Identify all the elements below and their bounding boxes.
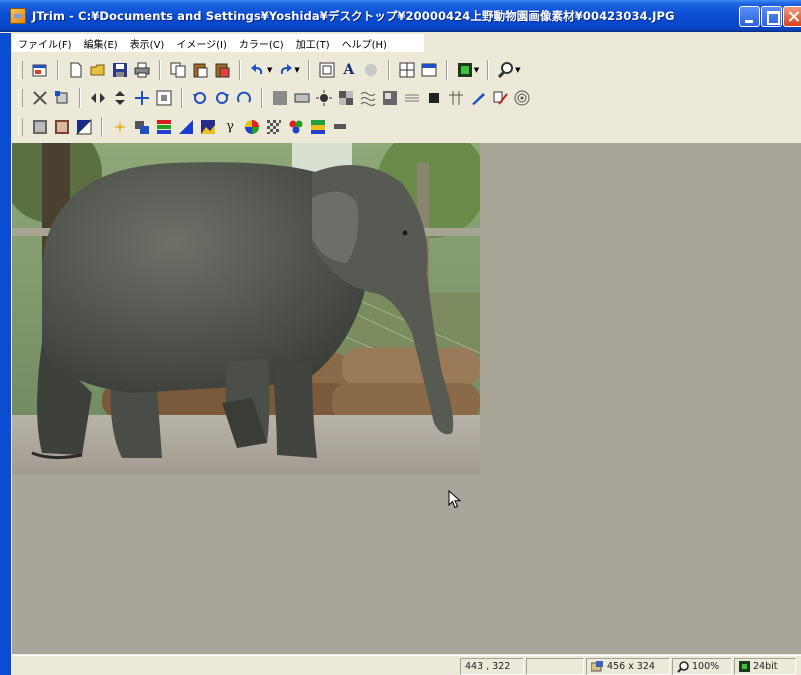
menu-process[interactable]: 加工(T) (290, 36, 336, 51)
menu-image[interactable]: イメージ(I) (170, 36, 233, 51)
fit-window-icon[interactable] (319, 62, 335, 78)
circle-shape-icon[interactable] (363, 62, 379, 78)
zoom-icon[interactable] (498, 62, 514, 79)
edit-toolbar (12, 85, 533, 111)
panel-layout-icon[interactable] (421, 62, 437, 78)
mouse-pointer-icon (448, 489, 462, 513)
image-canvas[interactable] (12, 143, 801, 654)
menu-file[interactable]: ファイル(F) (12, 36, 78, 51)
negative-icon[interactable] (75, 118, 92, 135)
window-left-frame (0, 33, 12, 675)
status-zoom-cell: 100% (672, 658, 732, 675)
undo-icon[interactable] (250, 62, 266, 78)
color-dots-icon[interactable] (288, 119, 304, 135)
sparkle-icon[interactable] (112, 119, 128, 135)
title-bar[interactable]: JTrim - C:¥Documents and Settings¥Yoshid… (0, 0, 801, 32)
sepia-icon[interactable] (54, 119, 70, 135)
rotate-left-icon[interactable] (192, 90, 208, 106)
open-folder-icon[interactable] (90, 62, 106, 78)
status-zoom: 100% (692, 661, 720, 672)
gamma-icon[interactable]: γ (222, 119, 238, 135)
zoom-dropdown-icon[interactable]: ▼ (515, 66, 520, 74)
mosaic-icon[interactable] (338, 90, 354, 106)
menu-view[interactable]: 表示(V) (124, 36, 171, 51)
grid-line-icon[interactable] (448, 90, 464, 106)
undo-dropdown-icon[interactable]: ▼ (267, 66, 272, 74)
wave-icon[interactable] (404, 90, 420, 106)
status-bits: 24bit (753, 661, 778, 672)
rgb-balance-icon[interactable] (156, 119, 172, 135)
minimize-button[interactable] (739, 6, 760, 27)
pen-icon[interactable] (470, 90, 486, 106)
save-icon[interactable] (112, 62, 128, 78)
elephant-photo[interactable] (12, 143, 480, 474)
spiral-icon[interactable] (514, 90, 530, 106)
grid-icon[interactable] (399, 62, 415, 78)
blur-icon[interactable] (272, 90, 288, 106)
menu-color[interactable]: カラー(C) (233, 36, 290, 51)
new-file-icon[interactable] (68, 62, 84, 78)
menu-help[interactable]: ヘルプ(H) (336, 36, 393, 51)
fill-black-icon[interactable] (426, 90, 442, 106)
emboss-icon[interactable] (382, 90, 398, 106)
rotate-right-icon[interactable] (214, 90, 230, 106)
minus-bar-icon[interactable] (332, 119, 348, 135)
redo-icon[interactable] (277, 62, 293, 78)
zoom-icon-small (677, 660, 689, 673)
color-toolbar: γ (12, 114, 351, 140)
color-mode-dropdown-icon[interactable]: ▼ (474, 66, 479, 74)
dither-icon[interactable] (266, 119, 282, 135)
flip-horizontal-icon[interactable] (90, 90, 106, 106)
color-mode-icon[interactable] (457, 62, 473, 78)
open-window-icon[interactable] (32, 62, 48, 78)
color-adjust-icon[interactable] (134, 119, 150, 135)
grayscale-icon[interactable] (32, 119, 48, 135)
menu-edit[interactable]: 編集(E) (78, 36, 124, 51)
brush-icon[interactable] (492, 90, 508, 106)
color-wheel-icon[interactable] (244, 119, 260, 135)
main-toolbar: ▼ ▼ A ▼ ▼ (12, 57, 523, 83)
dimensions-icon (590, 661, 603, 672)
print-icon[interactable] (134, 62, 150, 78)
arrows-icon[interactable] (134, 90, 150, 106)
frame-icon[interactable] (156, 90, 172, 106)
flip-vertical-icon[interactable] (112, 90, 128, 106)
status-cursor-coords: 443 , 322 (460, 658, 524, 675)
paste-icon[interactable] (192, 62, 208, 78)
maximize-button[interactable] (761, 6, 782, 27)
text-tool-icon[interactable]: A (341, 62, 357, 78)
status-dimensions-cell: 456 x 324 (586, 658, 670, 675)
status-bits-cell: 24bit (734, 658, 796, 675)
noise-icon[interactable] (360, 90, 376, 106)
paste-new-icon[interactable] (214, 62, 230, 78)
resize-icon[interactable] (54, 90, 70, 106)
copy-icon[interactable] (170, 62, 186, 78)
sharpen-icon[interactable] (294, 90, 310, 106)
status-empty-cell (526, 658, 584, 675)
brightness-icon[interactable] (316, 90, 332, 106)
window-title: JTrim - C:¥Documents and Settings¥Yoshid… (32, 9, 675, 23)
close-button[interactable] (783, 6, 801, 27)
gradient-icon[interactable] (178, 119, 194, 135)
menu-bar: ファイル(F) 編集(E) 表示(V) イメージ(I) カラー(C) 加工(T)… (12, 34, 424, 52)
status-dimensions: 456 x 324 (607, 661, 655, 672)
rotate-free-icon[interactable] (236, 90, 252, 106)
jtrim-app-icon[interactable] (10, 8, 26, 24)
trim-icon[interactable] (32, 90, 48, 106)
reduce-colors-icon[interactable] (310, 119, 326, 135)
picture-icon[interactable] (200, 119, 216, 135)
app-window: JTrim - C:¥Documents and Settings¥Yoshid… (0, 0, 801, 675)
status-bar: 443 , 322 456 x 324 100% 24bit (12, 655, 801, 675)
redo-dropdown-icon[interactable]: ▼ (294, 66, 299, 74)
color-depth-icon (739, 661, 750, 672)
